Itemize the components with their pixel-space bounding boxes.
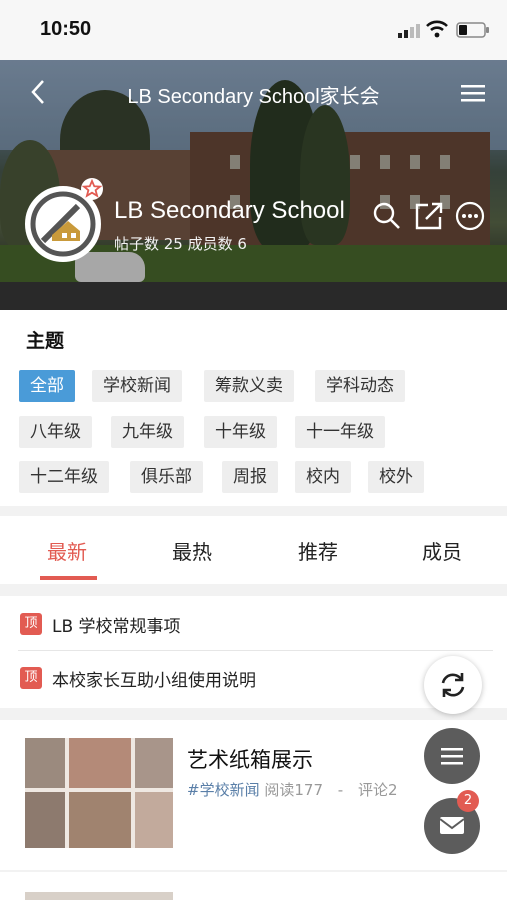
status-bar: 10:50 <box>0 0 507 60</box>
pinned-post[interactable]: 顶 本校家长互助小组使用说明 <box>18 652 493 704</box>
pinned-post[interactable]: 顶 LB 学校常规事项 <box>18 598 493 650</box>
topic-tag-grade-10[interactable]: 十年级 <box>204 416 277 448</box>
unread-count-badge: 2 <box>457 790 479 812</box>
post-thumbnail[interactable] <box>25 892 173 900</box>
tab-active-indicator <box>40 576 97 580</box>
feed-tabs: 最新 最热 推荐 成员 <box>0 516 507 582</box>
school-logo-icon <box>30 191 96 257</box>
post-meta: #学校新闻 阅读177 - 评论2 <box>187 779 398 800</box>
topic-tag-grade-11[interactable]: 十一年级 <box>295 416 385 448</box>
list-menu-icon <box>441 748 463 765</box>
status-time: 10:50 <box>40 18 92 40</box>
pinned-badge: 顶 <box>20 613 42 635</box>
post-topic[interactable]: #学校新闻 <box>187 781 260 799</box>
group-stats: 帖子数 25 成员数 6 <box>114 235 247 253</box>
meta-separator: - <box>337 781 344 799</box>
pinned-post-title: 本校家长互助小组使用说明 <box>52 671 256 691</box>
tab-hot[interactable]: 最热 <box>172 536 212 565</box>
topic-tag-clubs[interactable]: 俱乐部 <box>130 461 203 493</box>
group-name: LB Secondary School <box>114 197 345 224</box>
post-thumbnail[interactable] <box>25 738 173 848</box>
topic-tag-on-campus[interactable]: 校内 <box>295 461 351 493</box>
back-chevron-icon[interactable] <box>28 78 48 106</box>
topic-tag-grade-9[interactable]: 九年级 <box>111 416 184 448</box>
tab-latest[interactable]: 最新 <box>47 536 87 565</box>
topics-heading: 主题 <box>26 330 65 352</box>
share-icon[interactable] <box>414 201 444 231</box>
list-separator <box>18 650 493 651</box>
search-icon[interactable] <box>372 201 402 231</box>
nav-title: LB Secondary School家长会 <box>127 86 380 108</box>
topic-tag-all[interactable]: 全部 <box>19 370 75 402</box>
section-divider <box>0 870 507 872</box>
topic-tag-grade-8[interactable]: 八年级 <box>19 416 92 448</box>
hamburger-menu-icon[interactable] <box>460 82 486 104</box>
topic-tag-grade-12[interactable]: 十二年级 <box>19 461 109 493</box>
tab-members[interactable]: 成员 <box>422 536 462 565</box>
post-title[interactable]: 艺术纸箱展示 <box>187 744 313 774</box>
battery-icon <box>456 22 489 38</box>
post-comments: 评论2 <box>357 781 398 799</box>
topic-tag-fundraising[interactable]: 筹款义卖 <box>204 370 294 402</box>
cellular-signal-icon <box>398 24 420 38</box>
topic-tag-off-campus[interactable]: 校外 <box>368 461 424 493</box>
more-options-icon[interactable] <box>455 201 485 231</box>
favorite-star-icon <box>81 178 103 200</box>
wifi-icon <box>426 20 448 38</box>
pinned-post-title: LB 学校常规事项 <box>52 617 181 637</box>
section-divider <box>0 584 507 596</box>
floating-menu-button[interactable] <box>424 728 480 784</box>
topic-tag-school-news[interactable]: 学校新闻 <box>92 370 182 402</box>
topic-tag-subjects[interactable]: 学科动态 <box>315 370 405 402</box>
topic-tag-weekly[interactable]: 周报 <box>222 461 278 493</box>
post-reads: 阅读177 <box>264 781 323 799</box>
refresh-button[interactable] <box>424 656 482 714</box>
refresh-icon <box>441 673 465 697</box>
pinned-badge: 顶 <box>20 667 42 689</box>
tab-recommended[interactable]: 推荐 <box>298 536 338 565</box>
